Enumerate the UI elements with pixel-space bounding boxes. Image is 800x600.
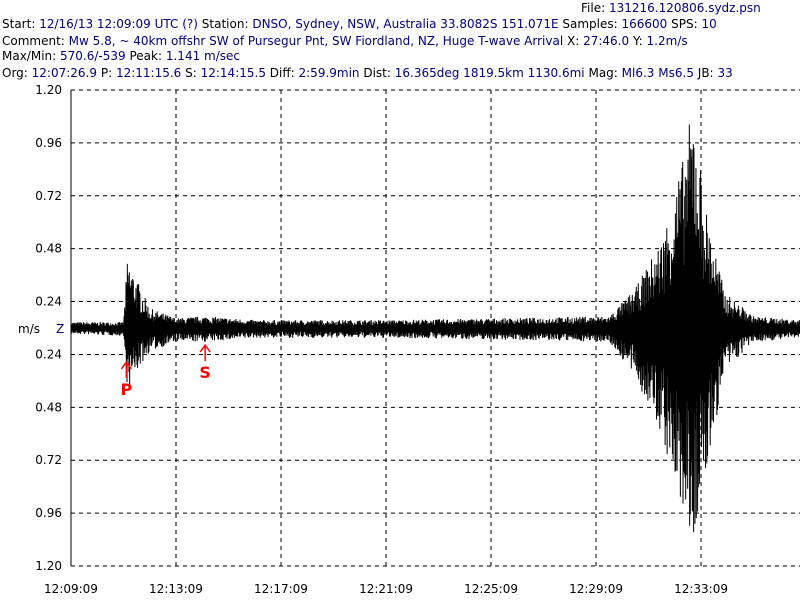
y-tick-label: 0.72 <box>35 453 62 467</box>
x-tick-label: 12:25:09 <box>464 582 518 596</box>
y-tick-label: 1.20 <box>35 559 62 573</box>
x-tick-label: 12:17:09 <box>254 582 308 596</box>
x-tick-label: 12:09:09 <box>44 582 98 596</box>
x-tick-label: 12:21:09 <box>359 582 413 596</box>
y-tick-label: 0.96 <box>35 136 62 150</box>
x-axis-ticks: 12:09:09 12:13:09 12:17:09 12:21:09 12:25:09… <box>44 582 728 596</box>
y-tick-label: 1.20 <box>35 83 62 97</box>
y-tick-label: 0.24 <box>35 347 62 361</box>
x-tick-label: 12:29:09 <box>569 582 623 596</box>
y-tick-label: 0.48 <box>35 242 62 256</box>
y-tick-label: 0.48 <box>35 400 62 414</box>
phase-marker-label: P <box>121 380 133 399</box>
x-tick-label: 12:33:09 <box>674 582 728 596</box>
phase-marker-label: S <box>199 363 211 382</box>
phase-marker-arrow <box>199 343 211 361</box>
y-tick-label: 0.24 <box>35 295 62 309</box>
y-tick-label: 0.96 <box>35 506 62 520</box>
seismogram-plot[interactable]: 1.20 0.96 0.72 0.48 0.24 0.24 0.48 0.72 0.96 1.20… <box>0 0 800 600</box>
y-tick-label: 0.72 <box>35 189 62 203</box>
seismogram-trace <box>70 124 800 533</box>
channel-label: Z <box>56 322 64 336</box>
x-tick-label: 12:13:09 <box>149 582 203 596</box>
phase-marker-s: S <box>199 343 211 382</box>
y-axis-label: m/s <box>18 322 40 336</box>
phase-marker-p: P <box>121 360 133 399</box>
